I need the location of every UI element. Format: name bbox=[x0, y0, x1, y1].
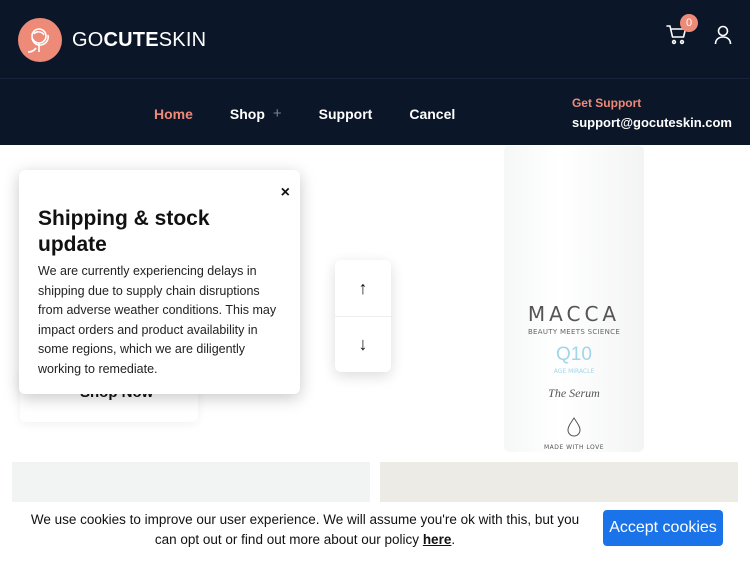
nav-item-label: Support bbox=[318, 105, 373, 122]
product-tagline: BEAUTY MEETS SCIENCE bbox=[527, 328, 621, 336]
main-navigation: Home Shop + Support Cancel Get Support su… bbox=[0, 78, 750, 145]
cookie-period: . bbox=[451, 531, 456, 547]
account-button[interactable] bbox=[714, 25, 732, 45]
accept-cookies-button[interactable]: Accept cookies bbox=[603, 510, 723, 546]
cookie-policy-link[interactable]: here bbox=[423, 532, 452, 547]
site-header: GOCUTESKIN 0 bbox=[0, 0, 750, 78]
header-actions: 0 bbox=[666, 14, 732, 46]
product-subname: AGE MIRACLE bbox=[553, 368, 595, 375]
cart-count-badge: 0 bbox=[680, 14, 698, 32]
support-email-link[interactable]: support@gocuteskin.com bbox=[572, 115, 732, 130]
nav-item-support[interactable]: Support bbox=[319, 106, 373, 122]
nav-item-label: Home bbox=[154, 105, 193, 122]
product-card[interactable] bbox=[380, 462, 738, 502]
product-footer-text: MADE WITH LOVE bbox=[543, 444, 605, 451]
support-contact: Get Support support@gocuteskin.com bbox=[572, 96, 732, 130]
arrow-down-icon: ↓ bbox=[358, 334, 368, 354]
support-label: Get Support bbox=[571, 96, 642, 110]
logo-text-go: GO bbox=[72, 28, 104, 51]
scroll-down-button[interactable]: ↓ bbox=[335, 316, 391, 372]
product-name: Q10 bbox=[556, 344, 592, 365]
shipping-notice-popup: × Shipping & stock update We are current… bbox=[19, 170, 300, 394]
product-type: The Serum bbox=[548, 386, 600, 400]
scroll-up-button[interactable]: ↑ bbox=[335, 260, 391, 316]
product-image[interactable]: MACCA BEAUTY MEETS SCIENCE Q10 AGE MIRAC… bbox=[504, 146, 644, 452]
nav-item-label: Cancel bbox=[409, 105, 456, 122]
nav-item-home[interactable]: Home bbox=[154, 106, 193, 122]
rose-logo-icon bbox=[18, 18, 62, 62]
arrow-up-icon: ↑ bbox=[358, 277, 368, 298]
nav-item-shop[interactable]: Shop + bbox=[230, 105, 282, 122]
logo-text-skin: SKIN bbox=[158, 28, 207, 51]
user-icon bbox=[714, 25, 732, 45]
logo-text-cute: CUTE bbox=[103, 28, 159, 51]
nav-item-label: Shop bbox=[229, 105, 265, 122]
popup-message: We are currently experiencing delays in … bbox=[38, 264, 277, 376]
popup-title: Shipping & stock update bbox=[38, 207, 210, 256]
product-brand: MACCA bbox=[527, 302, 621, 326]
product-card[interactable] bbox=[12, 462, 370, 502]
cart-button[interactable]: 0 bbox=[666, 14, 698, 46]
nav-menu: Home Shop + Support Cancel bbox=[154, 105, 492, 122]
site-logo[interactable]: GOCUTESKIN bbox=[18, 18, 206, 62]
cookie-banner: We use cookies to improve our user exper… bbox=[0, 502, 750, 563]
close-icon[interactable]: × bbox=[281, 184, 290, 202]
cookie-text: We use cookies to improve our user exper… bbox=[30, 512, 580, 547]
cookie-message: We use cookies to improve our user exper… bbox=[20, 510, 590, 549]
logo-wordmark: GOCUTESKIN bbox=[72, 29, 206, 52]
scroll-controls: ↑ ↓ bbox=[335, 260, 391, 372]
plus-icon: + bbox=[272, 105, 282, 122]
droplet-icon bbox=[567, 417, 581, 437]
nav-item-cancel[interactable]: Cancel bbox=[409, 106, 455, 122]
